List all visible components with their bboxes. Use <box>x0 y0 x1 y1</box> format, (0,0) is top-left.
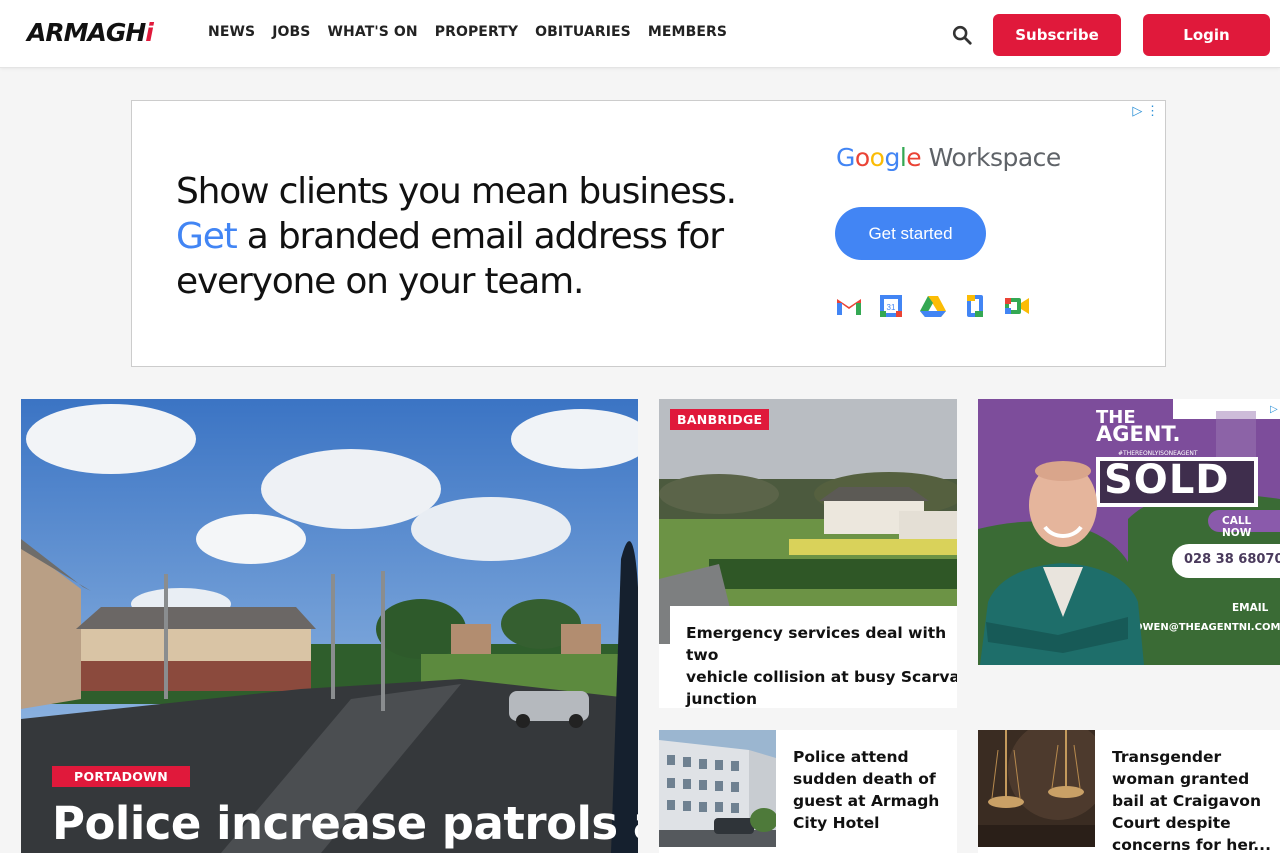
main-nav: NEWS JOBS WHAT'S ON PROPERTY OBITUARIES … <box>208 24 744 40</box>
docs-icon <box>967 295 983 317</box>
agent-phone[interactable]: 028 38 680707 <box>1172 544 1280 578</box>
agent-hashtag: #THEREONLYISONEAGENT <box>1118 450 1198 457</box>
subscribe-button[interactable]: Subscribe <box>993 14 1121 56</box>
nav-whats-on[interactable]: WHAT'S ON <box>327 24 417 40</box>
email-label: EMAIL <box>1232 602 1269 614</box>
call-now-label: CALL NOW <box>1208 510 1280 539</box>
agent-email[interactable]: OWEN@THEAGENTNI.COM <box>1134 622 1280 633</box>
agent-portrait <box>980 461 1144 665</box>
drive-icon <box>920 296 946 317</box>
nav-obituaries[interactable]: OBITUARIES <box>535 24 631 40</box>
banbridge-headline[interactable]: Emergency services deal with two vehicle… <box>670 606 957 708</box>
site-header: ARMAGHi NEWS JOBS WHAT'S ON PROPERTY OBI… <box>0 0 1280 68</box>
article-card-banbridge[interactable]: BANBRIDGE Emergency services deal with t… <box>659 399 957 708</box>
article-card-hotel[interactable]: Police attend sudden death of guest at Arm… <box>659 730 957 853</box>
site-logo[interactable]: ARMAGHi <box>27 18 154 47</box>
gmail-icon <box>837 299 861 315</box>
transgender-headline[interactable]: Transgender woman granted bail at Craigavo… <box>1112 746 1271 853</box>
article-card-transgender[interactable]: Transgender woman granted bail at Craigavo… <box>978 730 1280 853</box>
agent-brand: THE AGENT. <box>1096 407 1181 446</box>
workspace-app-icons: 31 <box>835 293 1031 319</box>
nav-members[interactable]: MEMBERS <box>648 24 727 40</box>
hotel-headline[interactable]: Police attend sudden death of guest at Arm… <box>793 746 939 834</box>
ad-headline: Show clients you mean business. Get a br… <box>176 171 737 302</box>
adchoices-icon[interactable]: ▷ ⋮ <box>1132 103 1159 119</box>
hero-tag-portadown[interactable]: PORTADOWN <box>52 766 191 787</box>
hotel-image <box>659 730 776 847</box>
get-started-button[interactable]: Get started <box>835 207 986 260</box>
nav-property[interactable]: PROPERTY <box>435 24 518 40</box>
meet-icon <box>1005 298 1029 314</box>
nav-jobs[interactable]: JOBS <box>272 24 310 40</box>
scales-of-justice-image <box>978 730 1095 847</box>
google-workspace-ad[interactable]: ▷ ⋮ Show clients you mean business. Get … <box>131 100 1166 367</box>
nav-news[interactable]: NEWS <box>208 24 255 40</box>
calendar-icon: 31 <box>880 295 902 317</box>
login-button[interactable]: Login <box>1143 14 1270 56</box>
search-icon[interactable] <box>951 24 973 46</box>
tag-banbridge[interactable]: BANBRIDGE <box>670 409 770 430</box>
hero-title[interactable]: Police increase patrols as <box>52 797 638 850</box>
svg-text:▷: ▷ <box>1270 404 1278 415</box>
hero-article[interactable]: PORTADOWN Police increase patrols as <box>21 399 638 853</box>
svg-text:31: 31 <box>887 303 896 312</box>
google-workspace-logo: Google Workspace <box>836 143 1061 172</box>
the-agent-ad[interactable]: ▷ THE AGENT. #THEREONLYISONEAGENT SOLD CA… <box>978 399 1280 665</box>
